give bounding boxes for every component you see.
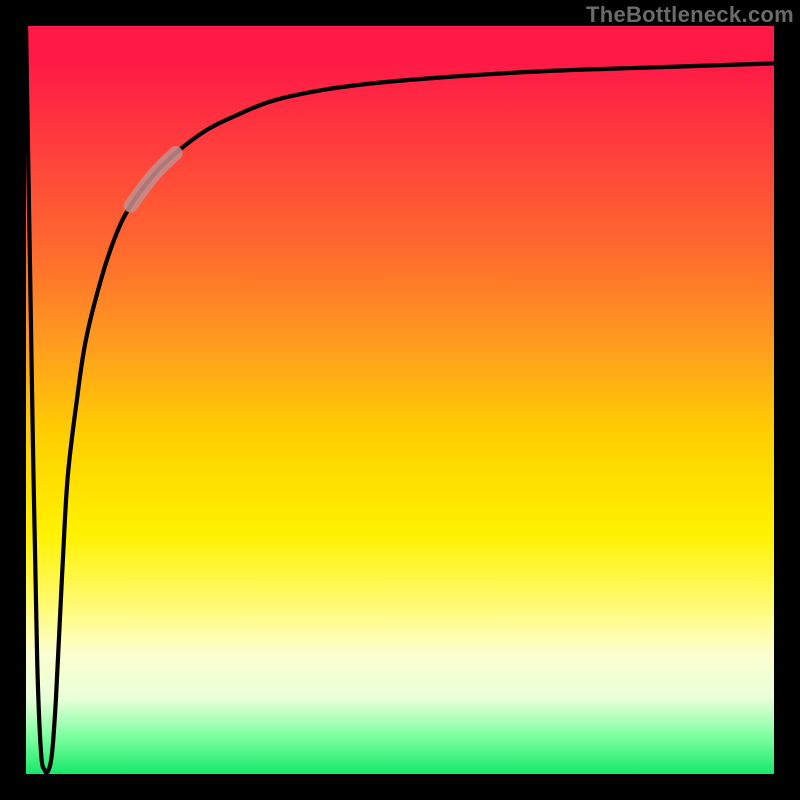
plot-area <box>26 26 774 774</box>
bottleneck-curve <box>26 26 774 774</box>
attribution-text: TheBottleneck.com <box>586 2 794 28</box>
chart-frame: TheBottleneck.com <box>0 0 800 800</box>
